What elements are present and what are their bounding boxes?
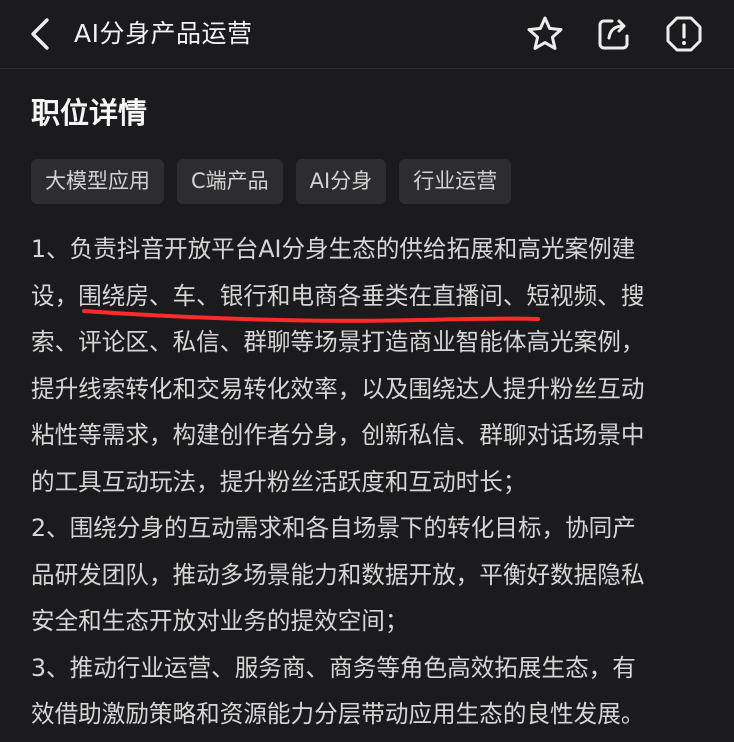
star-icon bbox=[527, 16, 563, 50]
description-line: 提升线索转化和交易转化效率，以及围绕达人提升粉丝互动 bbox=[31, 374, 645, 403]
job-detail-page: AI分身产品运营 职位详情 大模型应用 C端产品 AI分身 行业运营 1、负责抖… bbox=[0, 0, 734, 742]
share-button[interactable] bbox=[592, 12, 636, 56]
description-line: 3、推动行业运营、服务商、商务等角色高效拓展生态，有 bbox=[31, 653, 636, 682]
tag-item: 大模型应用 bbox=[31, 159, 164, 204]
favorite-button[interactable] bbox=[523, 12, 567, 56]
top-navigation-bar: AI分身产品运营 bbox=[0, 0, 734, 69]
job-description: 1、负责抖音开放平台AI分身生态的供给拓展和高光案例建 设，围绕房、车、银行和电… bbox=[31, 226, 707, 738]
tag-item: AI分身 bbox=[295, 159, 387, 204]
description-line: 粘性等需求，构建创作者分身，创新私信、群聊对话场景中 bbox=[31, 421, 645, 449]
description-line: 1、负责抖音开放平台AI分身生态的供给拓展和高光案例建 bbox=[31, 235, 636, 263]
description-line: 的工具互动玩法，提升粉丝活跃度和互动时长； bbox=[31, 467, 527, 496]
description-line: 效借助激励策略和资源能力分层带动应用生态的良性发展。 bbox=[31, 700, 645, 728]
description-line: 设，围绕房、车、银行和电商各垂类在直播间、短视频、搜 bbox=[31, 281, 645, 310]
tag-item: 行业运营 bbox=[399, 159, 512, 204]
description-line: 品研发团队，推动多场景能力和数据开放，平衡好数据隐私 bbox=[31, 560, 645, 589]
report-button[interactable] bbox=[662, 12, 706, 56]
chevron-left-icon bbox=[31, 18, 49, 50]
share-icon bbox=[598, 19, 629, 50]
page-title: AI分身产品运营 bbox=[74, 19, 253, 48]
tag-list: 大模型应用 C端产品 AI分身 行业运营 bbox=[31, 159, 512, 204]
tag-item: C端产品 bbox=[177, 159, 283, 204]
section-title: 职位详情 bbox=[31, 96, 148, 130]
alert-icon bbox=[666, 16, 702, 52]
back-button[interactable] bbox=[22, 12, 58, 56]
description-line: 安全和生态开放对业务的提效空间； bbox=[31, 607, 409, 635]
description-line: 2、围绕分身的互动需求和各自场景下的转化目标，协同产 bbox=[31, 514, 636, 542]
description-line: 索、评论区、私信、群聊等场景打造商业智能体高光案例， bbox=[31, 328, 645, 356]
